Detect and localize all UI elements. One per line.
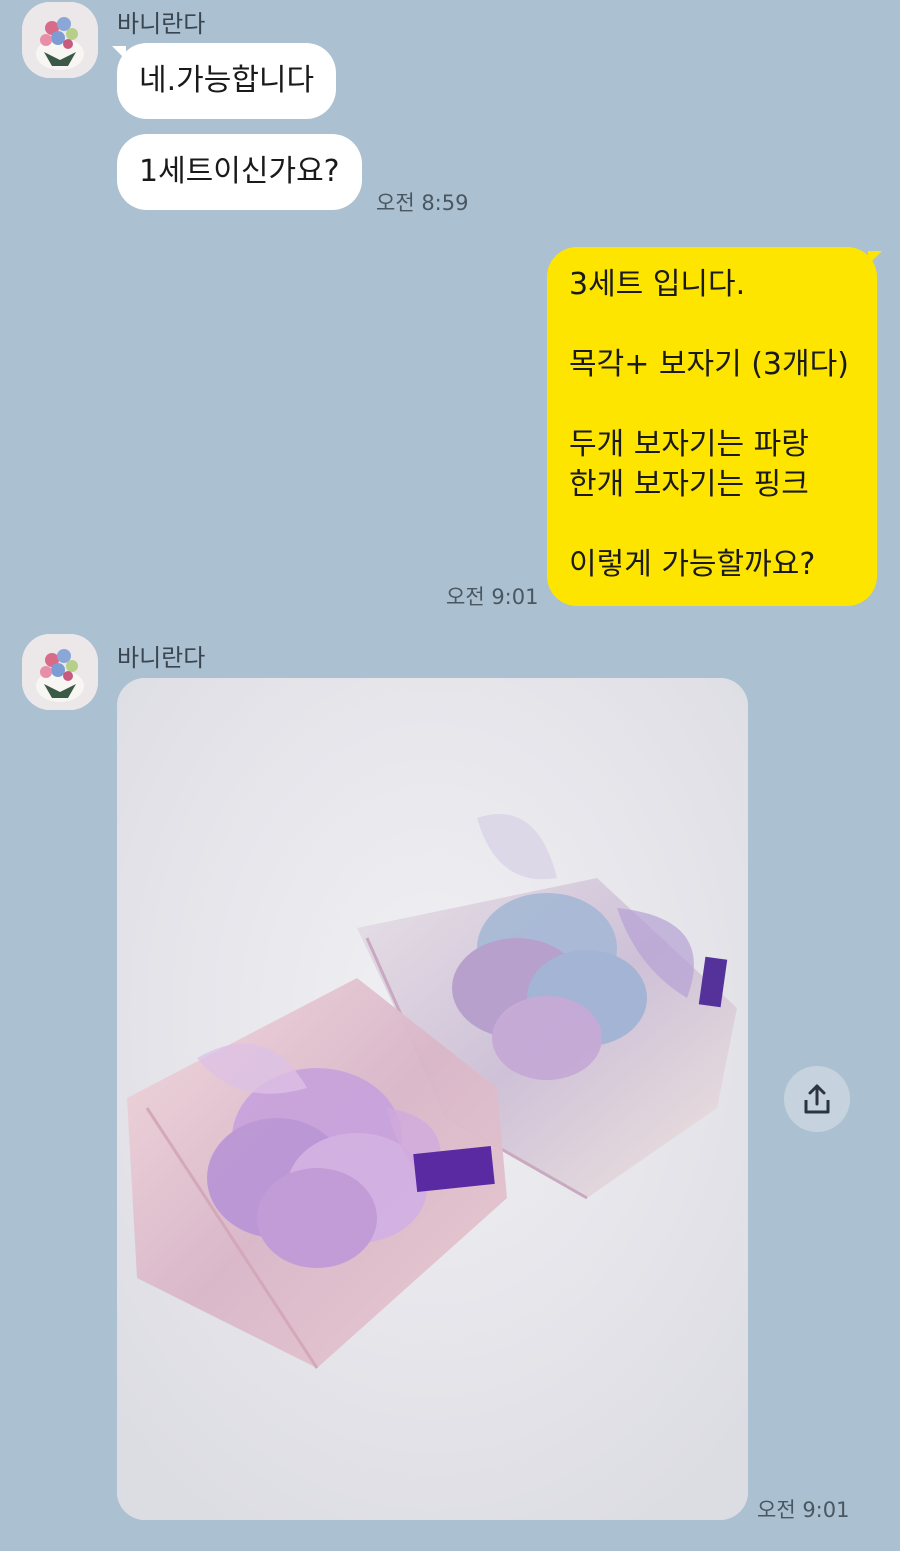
chat-room: 바니란다 네.가능합니다 1세트이신가요? 오전 8:59 3세트 입니다. 목… bbox=[0, 0, 900, 1551]
message-bubble[interactable]: 네.가능합니다 bbox=[117, 43, 337, 119]
share-icon bbox=[804, 1084, 830, 1114]
my-message-bubble[interactable]: 3세트 입니다. 목각+ 보자기 (3개다) 두개 보자기는 파랑 한개 보자기… bbox=[547, 247, 877, 606]
message-bubble[interactable]: 1세트이신가요? bbox=[117, 134, 362, 210]
flower-bouquet-icon bbox=[22, 634, 98, 710]
bojagi-photo bbox=[117, 678, 748, 1520]
profile-avatar[interactable] bbox=[22, 634, 98, 710]
share-button[interactable] bbox=[784, 1066, 850, 1132]
photo-message[interactable] bbox=[117, 678, 748, 1520]
message-time: 오전 9:01 bbox=[446, 585, 539, 609]
message-time: 오전 8:59 bbox=[376, 191, 469, 215]
flower-bouquet-icon bbox=[22, 2, 98, 78]
sender-name: 바니란다 bbox=[117, 644, 206, 672]
sender-name: 바니란다 bbox=[117, 10, 206, 38]
profile-avatar[interactable] bbox=[22, 2, 98, 78]
message-time: 오전 9:01 bbox=[757, 1498, 850, 1522]
